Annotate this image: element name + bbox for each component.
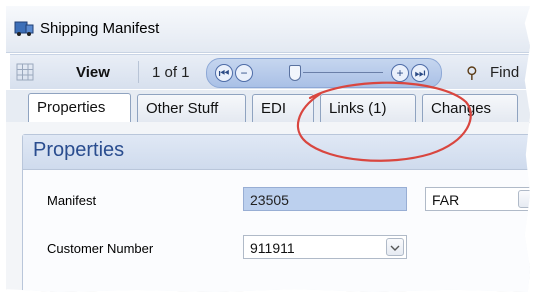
first-page-icon[interactable]: ⏮ — [215, 64, 233, 82]
customer-number-label: Customer Number — [47, 241, 154, 256]
tab-changes[interactable]: Changes — [422, 94, 518, 122]
chevron-down-glyph — [390, 245, 400, 251]
title-bar: Shipping Manifest — [6, 6, 530, 53]
manifest-location-value: FAR — [432, 192, 460, 208]
page-indicator: 1 of 1 — [152, 64, 190, 81]
zoom-slider-thumb[interactable] — [289, 65, 301, 81]
tab-other-stuff[interactable]: Other Stuff — [137, 94, 246, 122]
zoom-in-icon[interactable]: + — [391, 64, 409, 82]
window-title: Shipping Manifest — [40, 20, 160, 37]
zoom-slider-track[interactable] — [303, 72, 383, 73]
screenshot-frame: Shipping Manifest View 1 of 1 ⏮ − + ⏭ ⚲ … — [6, 6, 530, 292]
customer-number-select[interactable]: 911911 — [243, 235, 407, 259]
properties-panel-header: Properties — [23, 135, 530, 170]
customer-number-value: 911911 — [250, 240, 295, 256]
chevron-down-icon[interactable] — [518, 190, 530, 208]
last-page-icon[interactable]: ⏭ — [411, 64, 429, 82]
shipping-manifest-icon — [14, 21, 34, 36]
tab-strip: Properties Other Stuff EDI Links (1) Cha… — [6, 90, 530, 123]
chevron-down-icon[interactable] — [386, 238, 404, 256]
toolbar: View 1 of 1 ⏮ − + ⏭ ⚲ Find — [10, 54, 530, 89]
binoculars-icon[interactable]: ⚲ — [466, 63, 478, 83]
manifest-field[interactable]: 23505 — [243, 187, 407, 211]
view-button[interactable]: View — [76, 64, 110, 81]
tab-properties[interactable]: Properties — [28, 93, 131, 123]
tab-edi[interactable]: EDI — [252, 94, 314, 122]
toolbar-separator — [138, 61, 139, 83]
zoom-out-icon[interactable]: − — [235, 64, 253, 82]
properties-panel: Properties Manifest 23505 FAR Customer N… — [22, 134, 530, 292]
grid-icon[interactable] — [16, 63, 34, 81]
manifest-label: Manifest — [47, 193, 97, 208]
navigation-zoom-group: ⏮ − + ⏭ — [206, 58, 442, 88]
find-button[interactable]: Find — [490, 64, 519, 81]
manifest-location-select[interactable]: FAR — [425, 187, 530, 211]
content-area: Properties Manifest 23505 FAR Customer N… — [6, 122, 530, 292]
panel-title: Properties — [33, 139, 125, 161]
tab-links[interactable]: Links (1) — [320, 94, 416, 122]
